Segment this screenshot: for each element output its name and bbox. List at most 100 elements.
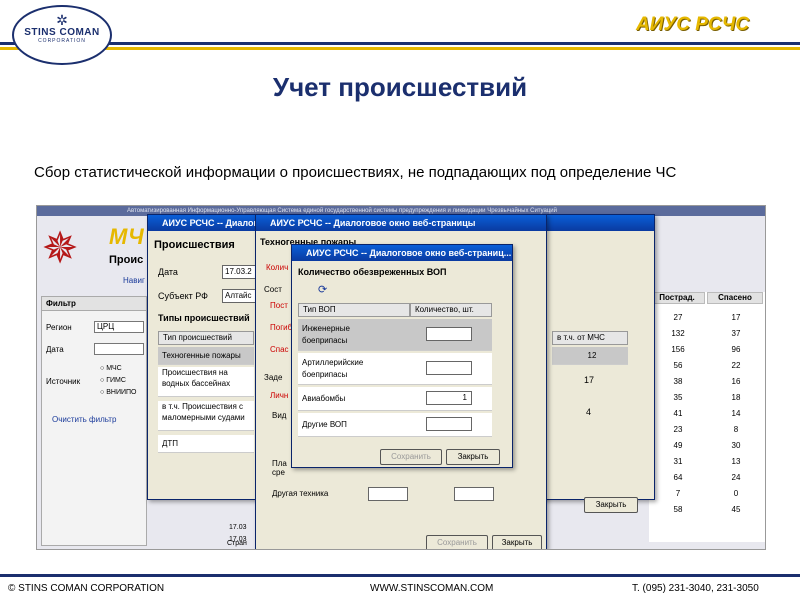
date-label: Дата [46,345,64,354]
fires-box2-label: Заде [264,373,283,382]
win2-close-button[interactable]: Закрыть [492,535,542,549]
grid-cell: 8 [733,425,739,434]
types-label: Типы происшествий [158,313,250,323]
subject-label: Субъект РФ [158,291,208,301]
grid-cell: 38 [673,377,683,386]
fires-dead-label: Погиб [270,323,293,332]
col-from-mchs: в т.ч. от МЧС [552,331,628,345]
grid-cell: 17 [731,313,741,322]
slide-description: Сбор статистической информации о происше… [34,164,677,181]
proish-label: Проис [109,254,144,266]
vop-save-button[interactable]: Сохранить [380,449,442,465]
grid-cell: 30 [731,441,741,450]
dialog-vop-titlebar: АИУС РСЧС -- Диалоговое окно веб-страниц… [292,245,512,261]
win2-save-button[interactable]: Сохранить [426,535,488,549]
row-water[interactable]: Происшествия на водных бассейнах [158,367,254,397]
fires-sub-row: Пла сре [272,459,287,477]
header-rule-blue [0,42,800,45]
bg-pager: Стран [227,540,247,547]
row-water-mchs: 17 [584,375,595,385]
app-screenshot: Автоматизированная Информационно-Управля… [36,205,766,550]
fires-count-label: Колич [266,263,289,272]
bg-row-date-1: 17.03 [229,524,247,531]
grid-cell: 24 [731,473,741,482]
fires-view-label: Вид [272,411,287,420]
grid-cell: 31 [673,457,683,466]
logo-name: STINS COMAN [24,27,100,38]
fires-box-label: Сост [264,285,282,294]
fires-injured-label: Пост [270,301,288,310]
incident-grid: Пострад. Спасено 27 17 132 37 156 96 56 22 38 16 3… [649,292,765,542]
mchs-logo: МЧ [109,224,144,249]
logo-emblem-icon: ✲ [56,12,68,28]
vop-close-button[interactable]: Закрыть [446,449,500,465]
row-fires[interactable]: Техногенные пожары [158,347,254,365]
grid-cell: 156 [671,345,685,354]
grid-cell: 35 [673,393,683,402]
other-tech-input-1[interactable] [368,487,408,501]
fires-personnel-label: Личн [270,391,289,400]
row-boats-mchs: 4 [586,407,592,417]
source-label: Источник [46,377,81,386]
vop-input-engineering[interactable] [426,327,472,341]
grid-header-rescued: Спасено [707,292,763,304]
grid-cell: 41 [673,409,683,418]
grid-cell: 37 [731,329,741,338]
grid-cell: 45 [731,505,741,514]
col-vop-type: Тип ВОП [298,303,410,317]
other-tech-label: Другая техника [272,489,329,498]
grid-header-injured: Пострад. [649,292,705,304]
clear-filter-link[interactable]: Очистить фильтр [52,415,116,424]
vop-input-artillery[interactable] [426,361,472,375]
footer-rule [0,574,800,577]
grid-cell: 23 [673,425,683,434]
brand-title: АИУС РСЧС [636,14,750,35]
col-vop-count: Количество, шт. [410,303,492,317]
grid-cell: 96 [731,345,741,354]
row-dtp[interactable]: ДТП [158,435,254,453]
dialog-vop: АИУС РСЧС -- Диалоговое окно веб-страниц… [291,244,513,468]
logo-subtitle: CORPORATION [38,38,86,44]
grid-cell: 56 [673,361,683,370]
slide-title: Учет происшествий [272,72,528,102]
grid-cell: 64 [673,473,683,482]
date-input[interactable] [94,343,144,355]
refresh-icon[interactable]: ⟳ [318,283,327,296]
row-fires-mchs: 12 [552,347,628,365]
radio-mchs[interactable]: МЧС [100,365,121,372]
navi-link[interactable]: Навиг [123,276,145,285]
header-rule-gold [0,47,800,50]
fires-rescued-label: Спас [270,345,289,354]
other-tech-input-2[interactable] [454,487,494,501]
row-boats[interactable]: в т.ч. Происшествия с маломерными судами [158,401,254,431]
grid-cell: 16 [731,377,741,386]
grid-cell: 58 [673,505,683,514]
grid-cell: 0 [733,489,739,498]
vop-input-bombs[interactable]: 1 [426,391,472,405]
grid-cell: 14 [731,409,741,418]
grid-cell: 27 [673,313,683,322]
footer-copyright: © STINS COMAN CORPORATION [8,583,165,594]
filter-title: Фильтр [42,297,146,311]
grid-cell: 7 [675,489,681,498]
grid-cell: 18 [731,393,741,402]
filter-panel: Фильтр Регион ЦРЦ Дата Источник МЧС ГИМС… [41,296,147,546]
radio-gims[interactable]: ГИМС [100,377,126,384]
footer-phone: Т. (095) 231-3040, 231-3050 [632,583,759,594]
mchs-emblem-icon: ✵ [41,224,79,273]
grid-cell: 13 [731,457,741,466]
grid-cell: 49 [673,441,683,450]
win1-close-button[interactable]: Закрыть [584,497,638,513]
region-input[interactable]: ЦРЦ [94,321,144,333]
company-logo: ✲ STINS COMAN CORPORATION [12,5,112,65]
grid-cell: 22 [731,361,741,370]
dialog-fires-titlebar: АИУС РСЧС -- Диалоговое окно веб-страниц… [256,215,546,231]
region-label: Регион [46,323,72,332]
col-incident-type: Тип происшествий [158,331,254,345]
radio-vniipo[interactable]: ВНИИПО [100,389,136,396]
vop-input-other[interactable] [426,417,472,431]
vop-heading: Количество обезвреженных ВОП [298,267,447,277]
footer-website[interactable]: WWW.STINSCOMAN.COM [370,583,493,594]
win1-date-label: Дата [158,267,178,277]
grid-cell: 132 [671,329,685,338]
